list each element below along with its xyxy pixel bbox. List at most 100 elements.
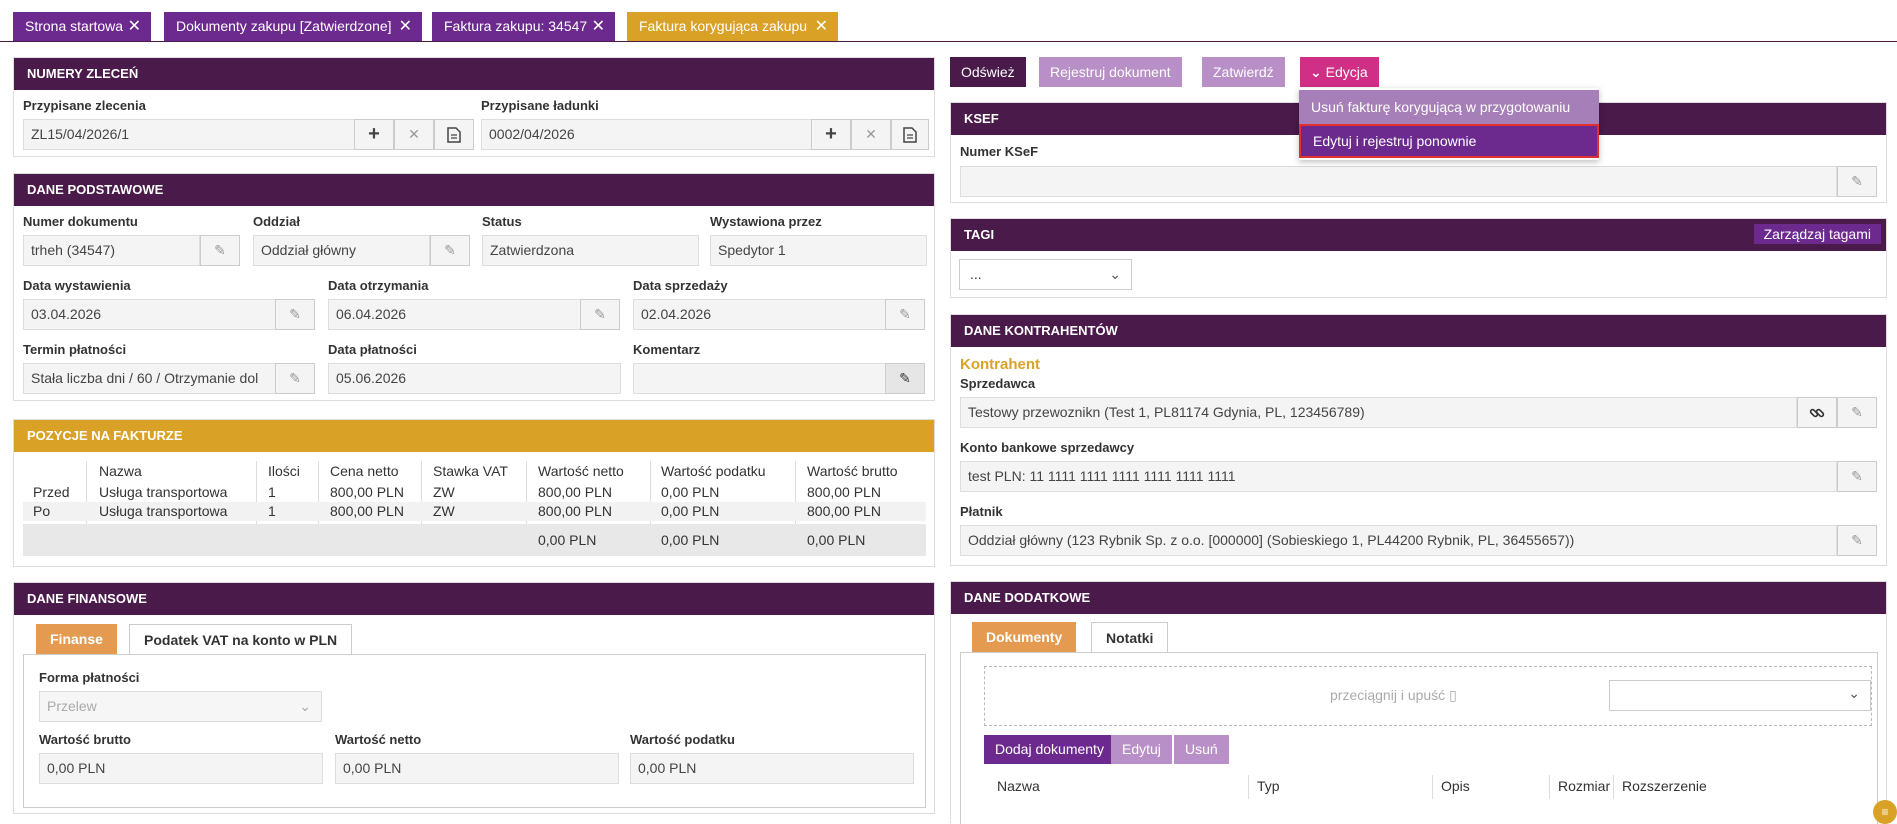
- edit-branch-button[interactable]: ✎: [430, 235, 470, 266]
- edit-bank-account-button[interactable]: ✎: [1837, 461, 1877, 492]
- total-tax: 0,00 PLN: [661, 532, 720, 548]
- additional-panel: DANE DODATKOWE Dokumenty Notatki przecią…: [950, 581, 1887, 824]
- assigned-loads-label: Przypisane ładunki: [481, 98, 599, 113]
- assigned-loads-field[interactable]: 0002/04/2026: [481, 119, 821, 150]
- bank-account-label: Konto bankowe sprzedawcy: [960, 440, 1135, 455]
- column-header: Typ: [1257, 778, 1280, 794]
- payer-label: Płatnik: [960, 504, 1003, 519]
- tags-panel: TAGI Zarządzaj tagami ... ⌄: [950, 218, 1887, 298]
- seller-field[interactable]: Testowy przewoznikn (Test 1, PL81174 Gdy…: [960, 397, 1797, 428]
- remove-order-button[interactable]: ✕: [394, 119, 434, 150]
- tab-label: Faktura zakupu: 34547: [444, 18, 588, 34]
- issue-date-field[interactable]: 03.04.2026: [23, 299, 276, 330]
- tab-notes[interactable]: Notatki: [1091, 622, 1169, 652]
- payer-field[interactable]: Oddział główny (123 Rybnik Sp. z o.o. [0…: [960, 525, 1837, 556]
- tax-field: 0,00 PLN: [630, 753, 914, 784]
- chevron-down-icon: ⌄: [299, 698, 311, 714]
- add-load-button[interactable]: +: [811, 119, 851, 150]
- add-order-button[interactable]: +: [354, 119, 394, 150]
- document-icon: [903, 127, 917, 144]
- order-document-button[interactable]: [434, 119, 474, 150]
- chevron-down-icon: ⌄: [1848, 685, 1860, 701]
- edit-payer-button[interactable]: ✎: [1837, 525, 1877, 556]
- close-icon[interactable]: ✕: [592, 12, 605, 41]
- edit-receipt-date-button[interactable]: ✎: [580, 299, 620, 330]
- sale-date-field[interactable]: 02.04.2026: [633, 299, 886, 330]
- receipt-date-field[interactable]: 06.04.2026: [328, 299, 581, 330]
- delete-documents-button[interactable]: Usuń: [1174, 735, 1229, 764]
- link-icon: [1809, 409, 1825, 418]
- edit-comment-button[interactable]: ✎: [885, 363, 925, 394]
- tab-documents[interactable]: Dokumenty: [972, 622, 1077, 652]
- register-document-button[interactable]: Rejestruj dokument: [1039, 57, 1182, 87]
- edit-sale-date-button[interactable]: ✎: [885, 299, 925, 330]
- drop-zone-text: przeciągnij i upuść: [1330, 687, 1446, 703]
- edit-payment-term-button[interactable]: ✎: [275, 363, 315, 394]
- contractors-header: DANE KONTRAHENTÓW: [951, 315, 1886, 347]
- contractors-panel: DANE KONTRAHENTÓW Kontrahent Sprzedawca …: [950, 314, 1887, 566]
- payment-date-field: 05.06.2026: [328, 363, 621, 394]
- tags-select[interactable]: ... ⌄: [959, 259, 1132, 290]
- manage-tags-button[interactable]: Zarządzaj tagami: [1753, 224, 1881, 244]
- edit-ksef-button[interactable]: ✎: [1837, 166, 1877, 197]
- load-document-button[interactable]: [891, 119, 929, 150]
- menu-item-edit-reregister[interactable]: Edytuj i rejestruj ponownie: [1299, 124, 1599, 158]
- tab-purchase-invoice[interactable]: Faktura zakupu: 34547 ✕: [432, 12, 615, 41]
- edit-documents-button[interactable]: Edytuj: [1111, 735, 1172, 764]
- close-icon[interactable]: ✕: [815, 12, 828, 41]
- totals-row: 0,00 PLN 0,00 PLN 0,00 PLN: [23, 524, 926, 556]
- issued-by-field: Spedytor 1: [710, 235, 927, 266]
- ksef-number-label: Numer KSeF: [960, 144, 1039, 159]
- column-header: Opis: [1441, 778, 1470, 794]
- basic-data-header: DANE PODSTAWOWE: [14, 174, 934, 206]
- edit-doc-number-button[interactable]: ✎: [200, 235, 240, 266]
- assigned-orders-field[interactable]: ZL15/04/2026/1: [23, 119, 363, 150]
- drop-zone[interactable]: przeciągnij i upuść ▯ ⌄: [984, 666, 1872, 726]
- total-net: 0,00 PLN: [538, 532, 597, 548]
- column-header: Rozmiar: [1558, 778, 1611, 794]
- orders-header: NUMERY ZLECEŃ: [14, 58, 934, 90]
- document-icon: [447, 127, 461, 144]
- branch-field[interactable]: Oddział główny: [253, 235, 430, 266]
- additional-header: DANE DODATKOWE: [951, 582, 1886, 614]
- payment-form-select[interactable]: Przelew ⌄: [39, 691, 322, 722]
- tab-start-page[interactable]: Strona startowa ✕: [13, 12, 151, 41]
- close-icon[interactable]: ✕: [399, 12, 412, 41]
- tab-purchase-docs[interactable]: Dokumenty zakupu [Zatwierdzone] ✕: [164, 12, 422, 41]
- doc-number-field[interactable]: trheh (34547): [23, 235, 200, 266]
- net-field: 0,00 PLN: [335, 753, 619, 784]
- invoice-items-panel: POZYCJE NA FAKTURZE Nazwa Ilości Cena ne…: [13, 419, 935, 567]
- close-icon[interactable]: ✕: [128, 12, 141, 41]
- gross-label: Wartość brutto: [39, 732, 131, 747]
- tax-label: Wartość podatku: [630, 732, 735, 747]
- ksef-number-field[interactable]: [960, 166, 1837, 197]
- edit-seller-button[interactable]: ✎: [1837, 397, 1877, 428]
- link-seller-button[interactable]: [1797, 397, 1837, 428]
- tab-correction-invoice[interactable]: Faktura korygująca zakupu ✕: [627, 12, 838, 41]
- finance-header: DANE FINANSOWE: [14, 583, 934, 615]
- orders-panel: NUMERY ZLECEŃ Przypisane zlecenia ZL15/0…: [13, 57, 935, 157]
- payment-term-field[interactable]: Stała liczba dni / 60 / Otrzymanie dol: [23, 363, 276, 394]
- bank-account-field[interactable]: test PLN: 11 1111 1111 1111 1111 1111 11…: [960, 461, 1837, 492]
- payment-form-label: Forma płatności: [39, 670, 140, 685]
- refresh-button[interactable]: Odśwież: [950, 57, 1026, 87]
- issue-date-label: Data wystawienia: [23, 278, 131, 293]
- menu-item-delete-correction[interactable]: Usuń fakturę korygującą w przygotowaniu: [1299, 90, 1599, 124]
- add-documents-button[interactable]: Dodaj dokumenty: [984, 735, 1115, 764]
- documents-tab-content: przeciągnij i upuść ▯ ⌄ Dodaj dokumenty …: [960, 652, 1878, 824]
- finance-panel: DANE FINANSOWE Finanse Podatek VAT na ko…: [13, 582, 935, 814]
- comment-field[interactable]: [633, 363, 886, 394]
- chat-icon[interactable]: ≡: [1873, 800, 1897, 824]
- remove-load-button[interactable]: ✕: [851, 119, 891, 150]
- edit-menu-button[interactable]: ⌄ Edycja: [1300, 57, 1379, 87]
- tab-vat-pln[interactable]: Podatek VAT na konto w PLN: [129, 624, 353, 654]
- basic-data-panel: DANE PODSTAWOWE Numer dokumentu trheh (3…: [13, 173, 935, 401]
- table-row: Przed Usługa transportowa 1 800,00 PLN Z…: [33, 484, 881, 500]
- approve-button[interactable]: Zatwierdź: [1202, 57, 1285, 87]
- edit-dropdown-menu: Usuń fakturę korygującą w przygotowaniu …: [1299, 88, 1599, 160]
- tab-finance[interactable]: Finanse: [36, 624, 117, 654]
- seller-label: Sprzedawca: [960, 376, 1036, 391]
- edit-issue-date-button[interactable]: ✎: [275, 299, 315, 330]
- plus-icon: +: [368, 123, 380, 145]
- drop-zone-select[interactable]: ⌄: [1609, 680, 1871, 711]
